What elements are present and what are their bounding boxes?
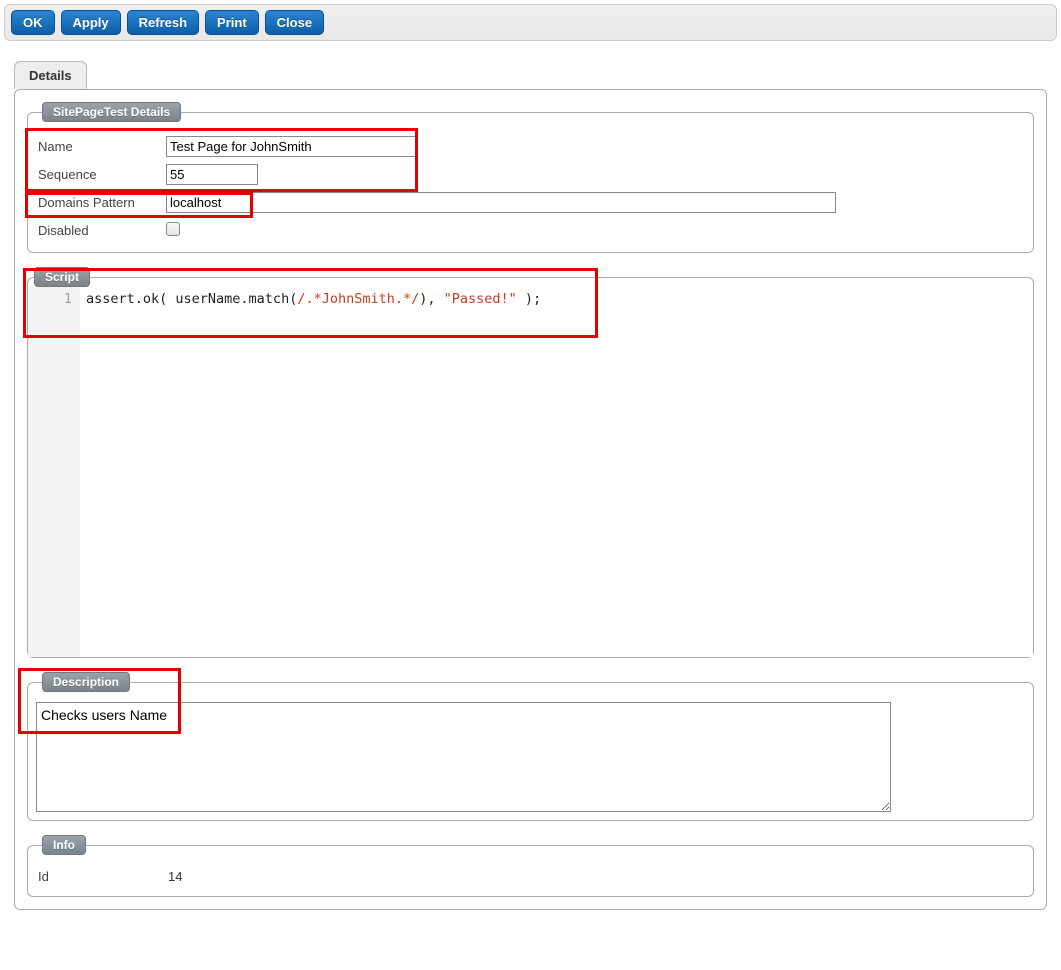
tab-bar: Details <box>14 61 1047 89</box>
disabled-checkbox[interactable] <box>166 222 180 236</box>
description-group: Description <box>27 672 1034 821</box>
code-string: "Passed!" <box>444 291 517 307</box>
label-name: Name <box>36 139 166 154</box>
sitepagetest-details-group: SitePageTest Details Name Sequence Domai… <box>27 102 1034 253</box>
script-gutter: 1 <box>28 287 80 657</box>
ok-button[interactable]: OK <box>11 10 55 35</box>
script-group: Script 1 assert.ok( userName.match(/.*Jo… <box>27 267 1034 658</box>
value-id: 14 <box>168 869 182 884</box>
group-legend-info: Info <box>42 835 86 855</box>
apply-button[interactable]: Apply <box>61 10 121 35</box>
details-panel: SitePageTest Details Name Sequence Domai… <box>14 89 1047 910</box>
group-legend-details: SitePageTest Details <box>42 102 181 122</box>
refresh-button[interactable]: Refresh <box>127 10 199 35</box>
toolbar: OK Apply Refresh Print Close <box>4 4 1057 41</box>
group-legend-description: Description <box>42 672 130 692</box>
code-text-pre: assert.ok( userName.match( <box>86 291 297 307</box>
label-id: Id <box>38 869 168 884</box>
label-sequence: Sequence <box>36 167 166 182</box>
label-disabled: Disabled <box>36 223 166 238</box>
code-text-post: ); <box>517 291 541 307</box>
description-textarea[interactable] <box>36 702 891 812</box>
label-domains-pattern: Domains Pattern <box>36 195 166 210</box>
print-button[interactable]: Print <box>205 10 259 35</box>
info-group: Info Id 14 <box>27 835 1034 897</box>
code-text-mid: ), <box>419 291 443 307</box>
close-button[interactable]: Close <box>265 10 324 35</box>
tab-details[interactable]: Details <box>14 61 87 89</box>
domains-pattern-input[interactable] <box>166 192 836 213</box>
group-legend-script: Script <box>34 267 90 287</box>
sequence-input[interactable] <box>166 164 258 185</box>
script-editor[interactable]: 1 assert.ok( userName.match(/.*JohnSmith… <box>28 287 1033 657</box>
name-input[interactable] <box>166 136 416 157</box>
script-code[interactable]: assert.ok( userName.match(/.*JohnSmith.*… <box>80 287 1033 657</box>
code-regex: /.*JohnSmith.*/ <box>297 291 419 307</box>
